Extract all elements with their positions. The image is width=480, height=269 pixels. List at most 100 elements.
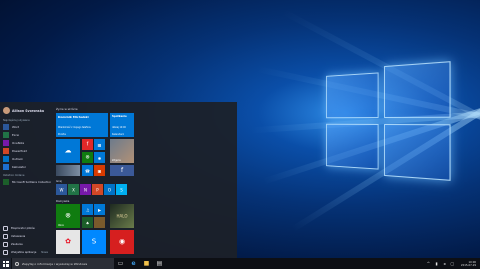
volume-icon[interactable]: ◂	[442, 261, 447, 266]
task-view-button[interactable]: ▭	[114, 258, 127, 269]
tile-music[interactable]: ◉	[110, 230, 134, 254]
start-bottom-item[interactable]: Zasilanie	[0, 240, 54, 248]
onenote-icon	[3, 140, 9, 146]
app-list-item[interactable]: Word	[0, 123, 54, 131]
clock[interactable]: 10:00 2015-07-29	[461, 261, 476, 267]
calendar-app-label: Kalendarz	[112, 133, 124, 136]
tile-groove[interactable]: ♫	[82, 204, 93, 215]
start-menu-tiles: Życie w skrócie Dominik Michalski Wiadom…	[54, 102, 237, 258]
tile-skype[interactable]: S	[116, 184, 127, 195]
app-list-item[interactable]: Excel	[0, 131, 54, 139]
tile-store-small[interactable]: ◉	[94, 152, 105, 163]
tile-movies[interactable]: ▶	[94, 204, 105, 215]
phone-icon: ☎	[85, 167, 90, 173]
tile-office[interactable]: ▣	[94, 165, 105, 176]
group-label-play: Graj	[56, 179, 62, 183]
start-bottom-item[interactable]: Wszystkie aplikacje Nowe	[0, 248, 54, 256]
group-label-explore: Rozrywka	[56, 199, 70, 203]
edge-button[interactable]: e	[127, 258, 140, 269]
action-center-icon[interactable]: ▢	[450, 261, 455, 266]
folder-icon	[3, 225, 8, 231]
app-label: Outlook	[12, 157, 23, 161]
start-menu-app-list: Allison Svoronska Najczęściej używane Wo…	[0, 102, 54, 258]
start-bottom-item[interactable]: Ustawienia	[0, 232, 54, 240]
tile-calculator[interactable]: ▦	[94, 139, 105, 150]
solitaire-icon	[3, 179, 9, 185]
start-bottom-item[interactable]: Eksplorator plików	[0, 224, 54, 232]
start-bottom-label: Eksplorator plików	[11, 226, 35, 230]
photos-label: Zdjęcia	[112, 159, 121, 162]
facebook-icon: f	[120, 166, 124, 174]
tile-outlook[interactable]: O	[104, 184, 115, 195]
tile-edge[interactable]: ☁	[56, 139, 80, 163]
mail-sender: Dominik Michalski	[58, 115, 89, 119]
apps-icon	[3, 249, 8, 255]
xbox-logo-icon: ⊗	[65, 211, 71, 220]
shazam-icon: S	[91, 237, 97, 246]
start-bottom-label: Zasilanie	[11, 242, 23, 246]
tile-xbox[interactable]: ⊗ Xbox	[56, 204, 80, 228]
word-icon: W	[59, 186, 64, 192]
taskbar: Zapytaj o informacje i wyszukaj w Window…	[0, 258, 480, 269]
app-list-item[interactable]: OneNote	[0, 139, 54, 147]
tile-photo[interactable]	[56, 165, 80, 176]
power-icon	[3, 241, 8, 247]
excel-icon	[3, 132, 9, 138]
outlook-icon: O	[107, 186, 112, 192]
edge-icon: e	[131, 260, 136, 267]
file-explorer-button[interactable]: ■	[140, 258, 153, 269]
tile-halo[interactable]: HALO	[110, 204, 134, 228]
cards-icon: ♠	[85, 219, 90, 225]
app-list-item[interactable]: Kalkulator	[0, 163, 54, 171]
mail-subject: Wiadomość z mojego telefonu	[58, 126, 92, 129]
tile-mail[interactable]: Dominik Michalski Wiadomość z mojego tel…	[56, 113, 108, 137]
app-list-item[interactable]: PowerPoint	[0, 147, 54, 155]
tile-word[interactable]: W	[56, 184, 67, 195]
app-list-item[interactable]: Outlook	[0, 155, 54, 163]
tile-phone[interactable]: ☎	[82, 165, 93, 176]
user-account[interactable]: Allison Svoronska	[0, 102, 54, 116]
tile-facebook[interactable]: f	[110, 165, 134, 176]
tile-powerpoint[interactable]: P	[92, 184, 103, 195]
app-label: Word	[12, 125, 20, 129]
start-button[interactable]	[0, 258, 11, 269]
search-box[interactable]: Zapytaj o informacje i wyszukaj w Window…	[11, 258, 114, 269]
store-icon: ✿	[65, 237, 71, 246]
calculator-icon: ▦	[97, 141, 102, 147]
system-tray: ^ ▮ ◂ ▢ 10:00 2015-07-29	[426, 261, 480, 267]
app-label: PowerPoint	[12, 149, 28, 153]
store-button[interactable]: ▤	[153, 258, 166, 269]
tile-shazam[interactable]: S	[82, 230, 106, 254]
network-icon[interactable]: ▮	[434, 261, 439, 266]
tile-onenote[interactable]: N	[80, 184, 91, 195]
tile-store[interactable]: ✿	[56, 230, 80, 254]
avatar[interactable]	[3, 107, 10, 114]
xbox-label: Xbox	[58, 224, 64, 227]
record-icon: ◉	[118, 237, 126, 246]
tile-flipboard[interactable]: f	[82, 139, 93, 150]
halo-icon: HALO	[116, 213, 128, 219]
tile-excel[interactable]: X	[68, 184, 79, 195]
gear-icon	[3, 233, 8, 239]
new-badge: Nowe	[41, 250, 48, 254]
app-label: Kalkulator	[12, 165, 27, 169]
start-menu: Allison Svoronska Najczęściej używane Wo…	[0, 102, 237, 258]
tile-calendar[interactable]: Spotkanie dzisiaj 10:00 Kalendarz	[110, 113, 134, 137]
chevron-up-icon[interactable]: ^	[426, 261, 431, 266]
recent-app-solitaire[interactable]: Microsoft Solitaire Collection	[0, 178, 54, 186]
headphones-icon: ♫	[85, 206, 90, 212]
tile-minecraft[interactable]	[94, 217, 105, 228]
tile-solitaire[interactable]: ♠	[82, 217, 93, 228]
most-used-label: Najczęściej używane	[3, 119, 30, 122]
clock-date: 2015-07-29	[460, 263, 476, 267]
windows-logo-wallpaper	[326, 61, 455, 181]
tile-xbox-small[interactable]: ⊗	[82, 152, 93, 163]
powerpoint-icon: P	[96, 186, 99, 192]
xbox-icon: ⊗	[85, 154, 90, 161]
start-bottom-label: Ustawienia	[11, 234, 26, 238]
start-bottom-label: Wszystkie aplikacje	[11, 250, 37, 254]
tile-people[interactable]: Zdjęcia	[110, 139, 134, 163]
excel-icon: X	[72, 186, 75, 192]
folder-icon: ■	[143, 260, 150, 267]
office-icon: ▣	[97, 167, 102, 173]
